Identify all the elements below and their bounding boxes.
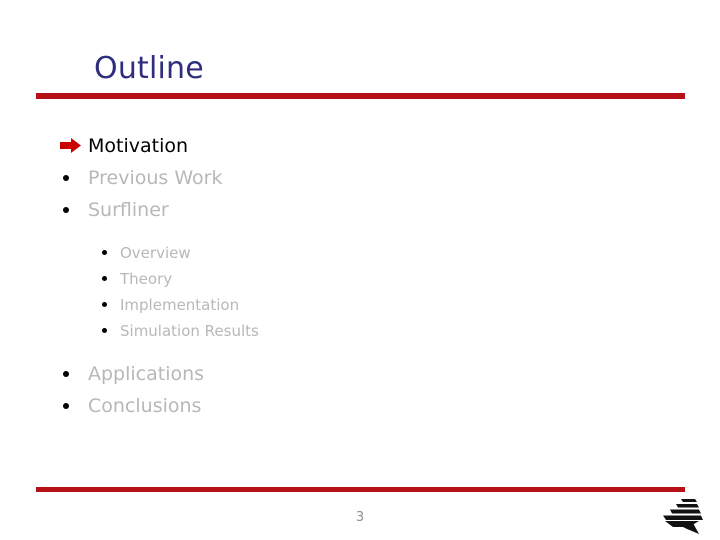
outline-item-label: Motivation bbox=[88, 135, 189, 157]
outline-item-previous-work[interactable]: Previous Work bbox=[0, 162, 720, 194]
outline-item-label: Surfliner bbox=[88, 199, 169, 221]
outline-subitem-simulation-results[interactable]: Simulation Results bbox=[0, 318, 720, 344]
outline-item-label: Applications bbox=[88, 363, 205, 385]
outline-item-label: Previous Work bbox=[88, 167, 223, 189]
dot-bullet-icon bbox=[63, 207, 69, 213]
outline-item-applications[interactable]: Applications bbox=[0, 358, 720, 390]
outline-subitem-implementation[interactable]: Implementation bbox=[0, 292, 720, 318]
title-divider-rule bbox=[36, 93, 685, 99]
outline-subitem-label: Simulation Results bbox=[120, 322, 259, 340]
dot-bullet-icon bbox=[63, 371, 69, 377]
dot-bullet-icon bbox=[102, 302, 107, 307]
dot-bullet-icon bbox=[63, 403, 69, 409]
dot-bullet-icon bbox=[102, 328, 107, 333]
page-number: 3 bbox=[355, 510, 365, 525]
outline-item-surfliner[interactable]: Surfliner bbox=[0, 194, 720, 226]
outline-list: Motivation Previous Work Surfliner Overv… bbox=[0, 130, 720, 422]
outline-subitem-overview[interactable]: Overview bbox=[0, 240, 720, 266]
outline-item-label: Conclusions bbox=[88, 395, 202, 417]
dot-bullet-icon bbox=[63, 175, 69, 181]
outline-subitem-label: Implementation bbox=[120, 296, 240, 314]
red-arrow-bullet-icon bbox=[60, 137, 82, 154]
outline-subitem-label: Theory bbox=[120, 270, 173, 288]
dot-bullet-icon bbox=[102, 250, 107, 255]
outline-subitem-theory[interactable]: Theory bbox=[0, 266, 720, 292]
dot-bullet-icon bbox=[102, 276, 107, 281]
page-title: Outline bbox=[94, 51, 204, 86]
presentation-slide: Outline Motivation Previous Work Surflin… bbox=[0, 0, 720, 540]
outline-subitem-label: Overview bbox=[120, 244, 191, 262]
outline-item-motivation[interactable]: Motivation bbox=[0, 130, 720, 162]
institution-logo bbox=[659, 497, 707, 537]
footer-divider-rule bbox=[36, 487, 685, 492]
outline-item-conclusions[interactable]: Conclusions bbox=[0, 390, 720, 422]
